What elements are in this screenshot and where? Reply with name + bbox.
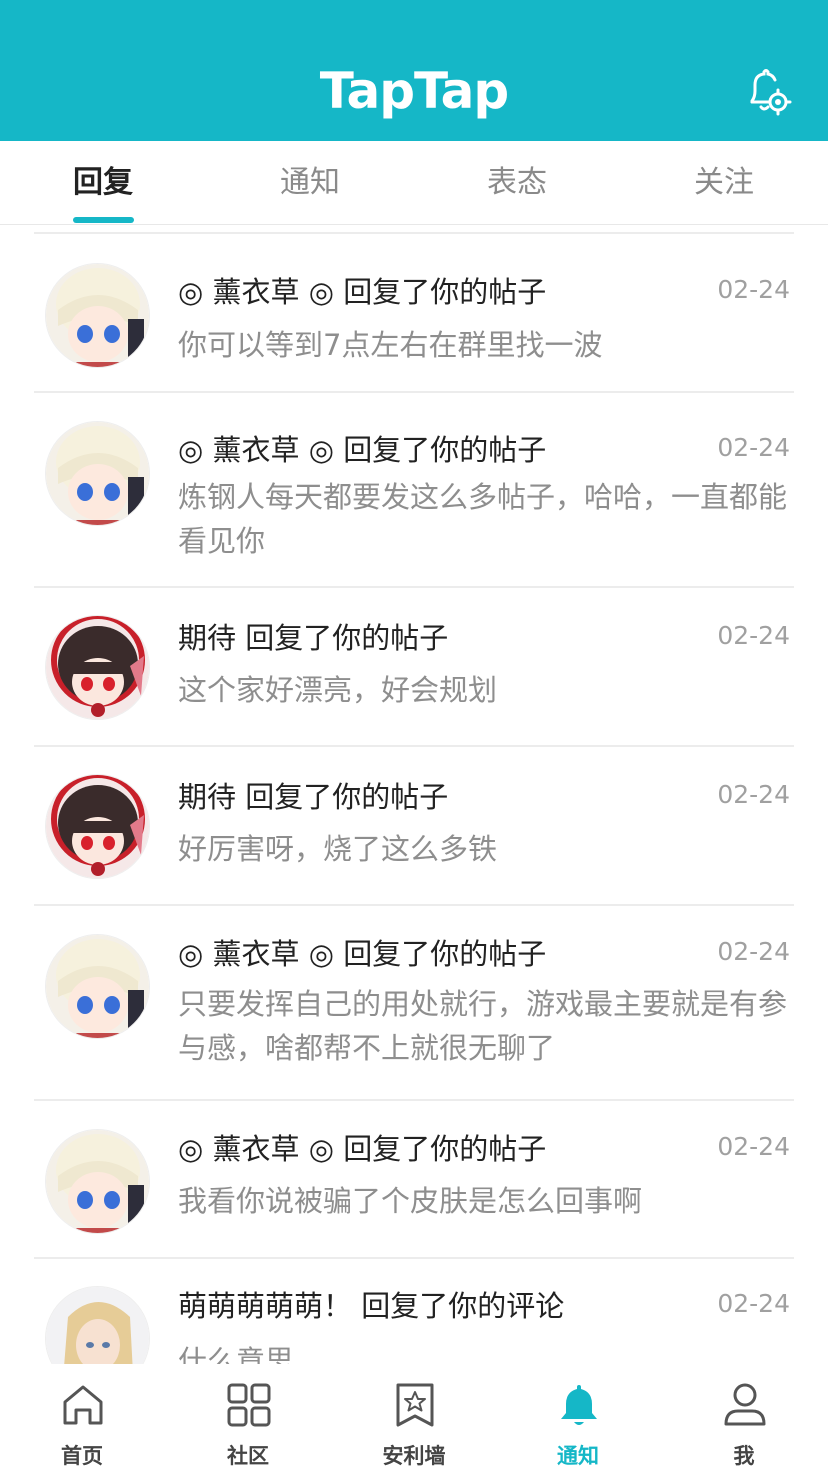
reply-date: 02-24 [717, 780, 790, 809]
nav-label: 安利墙 [382, 1444, 446, 1468]
tab-replies[interactable]: 回复 [33, 163, 173, 203]
reply-content: 好厉害呀，烧了这么多铁 [178, 832, 498, 866]
nav-label: 我 [733, 1444, 755, 1468]
reply-title: 萌萌萌萌萌！ 回复了你的评论 [178, 1289, 565, 1323]
app-logo: TapTap [319, 62, 509, 120]
reply-content: 你可以等到7点左右在群里找一波 [178, 328, 603, 362]
list-item[interactable]: 期待 回复了你的帖子 02-24 好厉害呀，烧了这么多铁 [0, 747, 828, 904]
reply-title: 期待 回复了你的帖子 [178, 621, 449, 655]
active-tab-indicator [73, 217, 134, 223]
tab-notifications[interactable]: 通知 [240, 163, 380, 203]
nav-home[interactable]: 首页 [22, 1364, 142, 1473]
list-item[interactable]: 期待 回复了你的帖子 02-24 这个家好漂亮，好会规划 [0, 588, 828, 745]
white-hair-avatar[interactable] [45, 421, 150, 526]
nav-profile[interactable]: 我 [684, 1364, 804, 1473]
reply-title: ◎ 薰衣草 ◎ 回复了你的帖子 [178, 1132, 547, 1166]
reply-title: 期待 回复了你的帖子 [178, 780, 449, 814]
bookmark-star-icon [396, 1383, 434, 1427]
nav-community[interactable]: 社区 [188, 1364, 308, 1473]
reply-date: 02-24 [717, 1132, 790, 1161]
reply-date: 02-24 [717, 621, 790, 650]
reply-title: ◎ 薰衣草 ◎ 回复了你的帖子 [178, 433, 547, 467]
tab-reactions[interactable]: 表态 [447, 163, 587, 203]
nav-label: 首页 [61, 1444, 103, 1468]
reply-date: 02-24 [717, 433, 790, 462]
bell-icon [561, 1385, 597, 1425]
person-icon [724, 1383, 766, 1426]
reply-content: 什么意思 [178, 1344, 295, 1364]
white-hair-avatar[interactable] [45, 263, 150, 368]
reply-list: ◎ 薰衣草 ◎ 回复了你的帖子 02-24 你可以等到7点左右在群里找一波 ◎ … [0, 226, 828, 1364]
bell-settings-icon [750, 69, 792, 116]
list-item[interactable]: ◎ 薰衣草 ◎ 回复了你的帖子 02-24 只要发挥自己的用处就行，游戏最主要就… [0, 906, 828, 1099]
white-hair-avatar[interactable] [45, 934, 150, 1039]
white-hair-avatar[interactable] [45, 1129, 150, 1234]
app-header: TapTap [0, 0, 828, 141]
notification-settings-button[interactable] [740, 66, 792, 118]
reply-content: 炼钢人每天都要发这么多帖子，哈哈，一直都能看见你 [178, 480, 788, 558]
reply-content: 这个家好漂亮，好会规划 [178, 673, 498, 707]
reply-title: ◎ 薰衣草 ◎ 回复了你的帖子 [178, 275, 547, 309]
reply-date: 02-24 [717, 1289, 790, 1318]
dark-hair-avatar[interactable] [45, 774, 150, 879]
reply-content: 我看你说被骗了个皮肤是怎么回事啊 [178, 1184, 643, 1218]
reply-title: ◎ 薰衣草 ◎ 回复了你的帖子 [178, 937, 547, 971]
list-item[interactable]: ◎ 薰衣草 ◎ 回复了你的帖子 02-24 你可以等到7点左右在群里找一波 [0, 234, 828, 391]
nav-label: 社区 [227, 1444, 269, 1468]
nav-notifications[interactable]: 通知 [518, 1364, 638, 1473]
nav-label: 通知 [557, 1444, 599, 1468]
reply-date: 02-24 [717, 937, 790, 966]
tab-follows[interactable]: 关注 [654, 163, 794, 203]
bottom-nav: 首页 社区 安利墙 通知 我 [0, 1364, 828, 1473]
message-tabs: 回复 通知 表态 关注 [0, 141, 828, 225]
nav-recommend-wall[interactable]: 安利墙 [354, 1364, 474, 1473]
list-item[interactable]: ◎ 薰衣草 ◎ 回复了你的帖子 02-24 我看你说被骗了个皮肤是怎么回事啊 [0, 1101, 828, 1258]
home-icon [63, 1385, 103, 1425]
reply-content: 只要发挥自己的用处就行，游戏最主要就是有参与感，啥都帮不上就很无聊了 [178, 987, 788, 1065]
list-item[interactable]: 萌萌萌萌萌！ 回复了你的评论 02-24 什么意思 [0, 1259, 828, 1364]
dark-hair-avatar[interactable] [45, 615, 150, 720]
grid-icon [227, 1383, 271, 1427]
list-item[interactable]: ◎ 薰衣草 ◎ 回复了你的帖子 02-24 炼钢人每天都要发这么多帖子，哈哈，一… [0, 393, 828, 586]
blonde-hair-avatar[interactable] [45, 1286, 150, 1364]
reply-date: 02-24 [717, 275, 790, 304]
